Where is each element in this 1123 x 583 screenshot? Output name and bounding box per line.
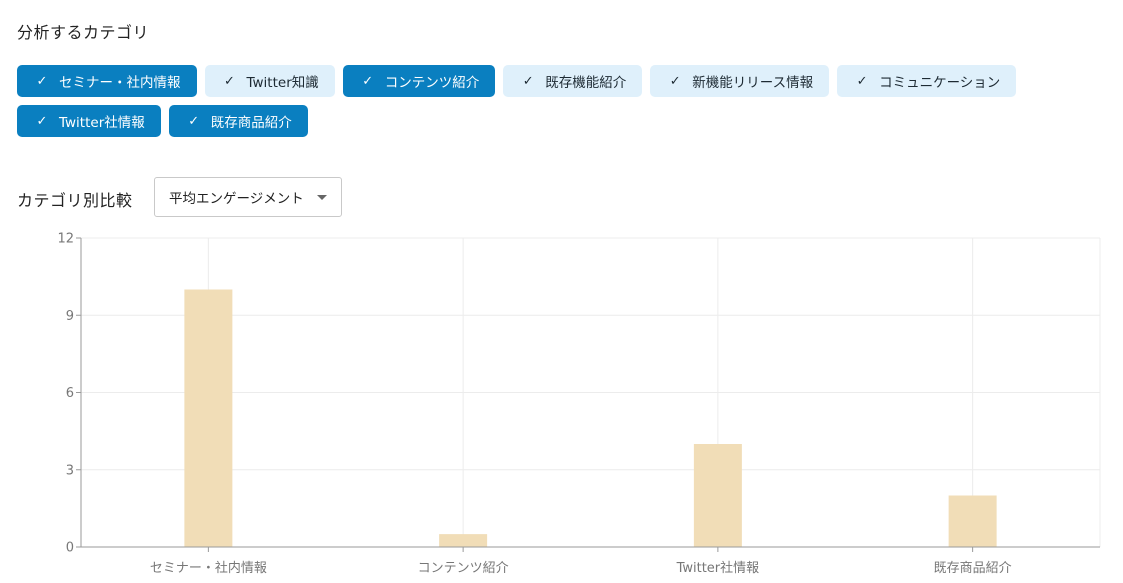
category-chip-label: Twitter知識 bbox=[246, 75, 319, 91]
category-chip[interactable]: ✓ コンテンツ紹介 bbox=[342, 65, 496, 97]
section-title: 分析するカテゴリ bbox=[17, 23, 150, 42]
category-chip-label: コミュニケーション bbox=[879, 75, 1001, 91]
bar bbox=[948, 495, 997, 547]
bar bbox=[439, 534, 488, 547]
x-tick-label: Twitter社情報 bbox=[676, 560, 760, 576]
check-icon: ✓ bbox=[36, 73, 48, 89]
metric-select-value: 平均エンゲージメント bbox=[169, 191, 304, 207]
category-chip[interactable]: ✓ 新機能リリース情報 bbox=[650, 65, 830, 97]
category-chip[interactable]: ✓ Twitter社情報 bbox=[17, 105, 161, 137]
bar bbox=[184, 289, 233, 547]
x-tick-label: 既存商品紹介 bbox=[934, 561, 1012, 576]
check-icon: ✓ bbox=[188, 113, 200, 129]
category-chip-label: Twitter社情報 bbox=[59, 115, 145, 131]
check-icon: ✓ bbox=[36, 113, 48, 129]
category-chip[interactable]: ✓ セミナー・社内情報 bbox=[17, 65, 197, 97]
x-tick-label: セミナー・社内情報 bbox=[150, 560, 267, 576]
x-tick-label: コンテンツ紹介 bbox=[418, 561, 509, 576]
caret-down-icon bbox=[317, 195, 327, 200]
check-icon: ✓ bbox=[856, 73, 868, 89]
y-tick-label: 0 bbox=[66, 541, 74, 556]
category-bar-chart: 0 3 6 9 12 セミナー・社内情報 コンテンツ紹介 Twitter社情報 既存商品紹介 bbox=[57, 232, 1101, 576]
category-chip-label: 既存機能紹介 bbox=[545, 75, 627, 91]
category-chip[interactable]: ✓ Twitter知識 bbox=[204, 65, 335, 97]
check-icon: ✓ bbox=[362, 73, 374, 89]
analytics-panel: 分析するカテゴリ ✓ セミナー・社内情報 ✓ Twitter知識 ✓ コンテンツ紹介 ✓ 既存… bbox=[0, 0, 1123, 583]
bar bbox=[693, 444, 742, 547]
check-icon: ✓ bbox=[224, 73, 235, 89]
y-tick-label: 12 bbox=[57, 232, 74, 247]
category-chip[interactable]: ✓ 既存商品紹介 bbox=[168, 105, 308, 137]
category-chip-label: セミナー・社内情報 bbox=[59, 75, 181, 91]
check-icon: ✓ bbox=[522, 73, 534, 89]
metric-select[interactable]: 平均エンゲージメント bbox=[154, 177, 342, 217]
y-tick-label: 3 bbox=[66, 463, 74, 478]
y-tick-label: 9 bbox=[66, 309, 74, 324]
category-chip-label: コンテンツ紹介 bbox=[384, 75, 480, 91]
y-tick-label: 6 bbox=[66, 386, 74, 401]
category-filter-chips: ✓ セミナー・社内情報 ✓ Twitter知識 ✓ コンテンツ紹介 ✓ 既存機能紹介 ✓ 新機能リ… bbox=[17, 65, 1077, 137]
category-chip-label: 新機能リリース情報 bbox=[692, 75, 814, 91]
category-chip[interactable]: ✓ コミュニケーション bbox=[837, 65, 1017, 97]
comparison-label: カテゴリ別比較 bbox=[17, 191, 133, 210]
category-chip[interactable]: ✓ 既存機能紹介 bbox=[503, 65, 643, 97]
check-icon: ✓ bbox=[669, 73, 681, 89]
category-chip-label: 既存商品紹介 bbox=[210, 115, 292, 131]
